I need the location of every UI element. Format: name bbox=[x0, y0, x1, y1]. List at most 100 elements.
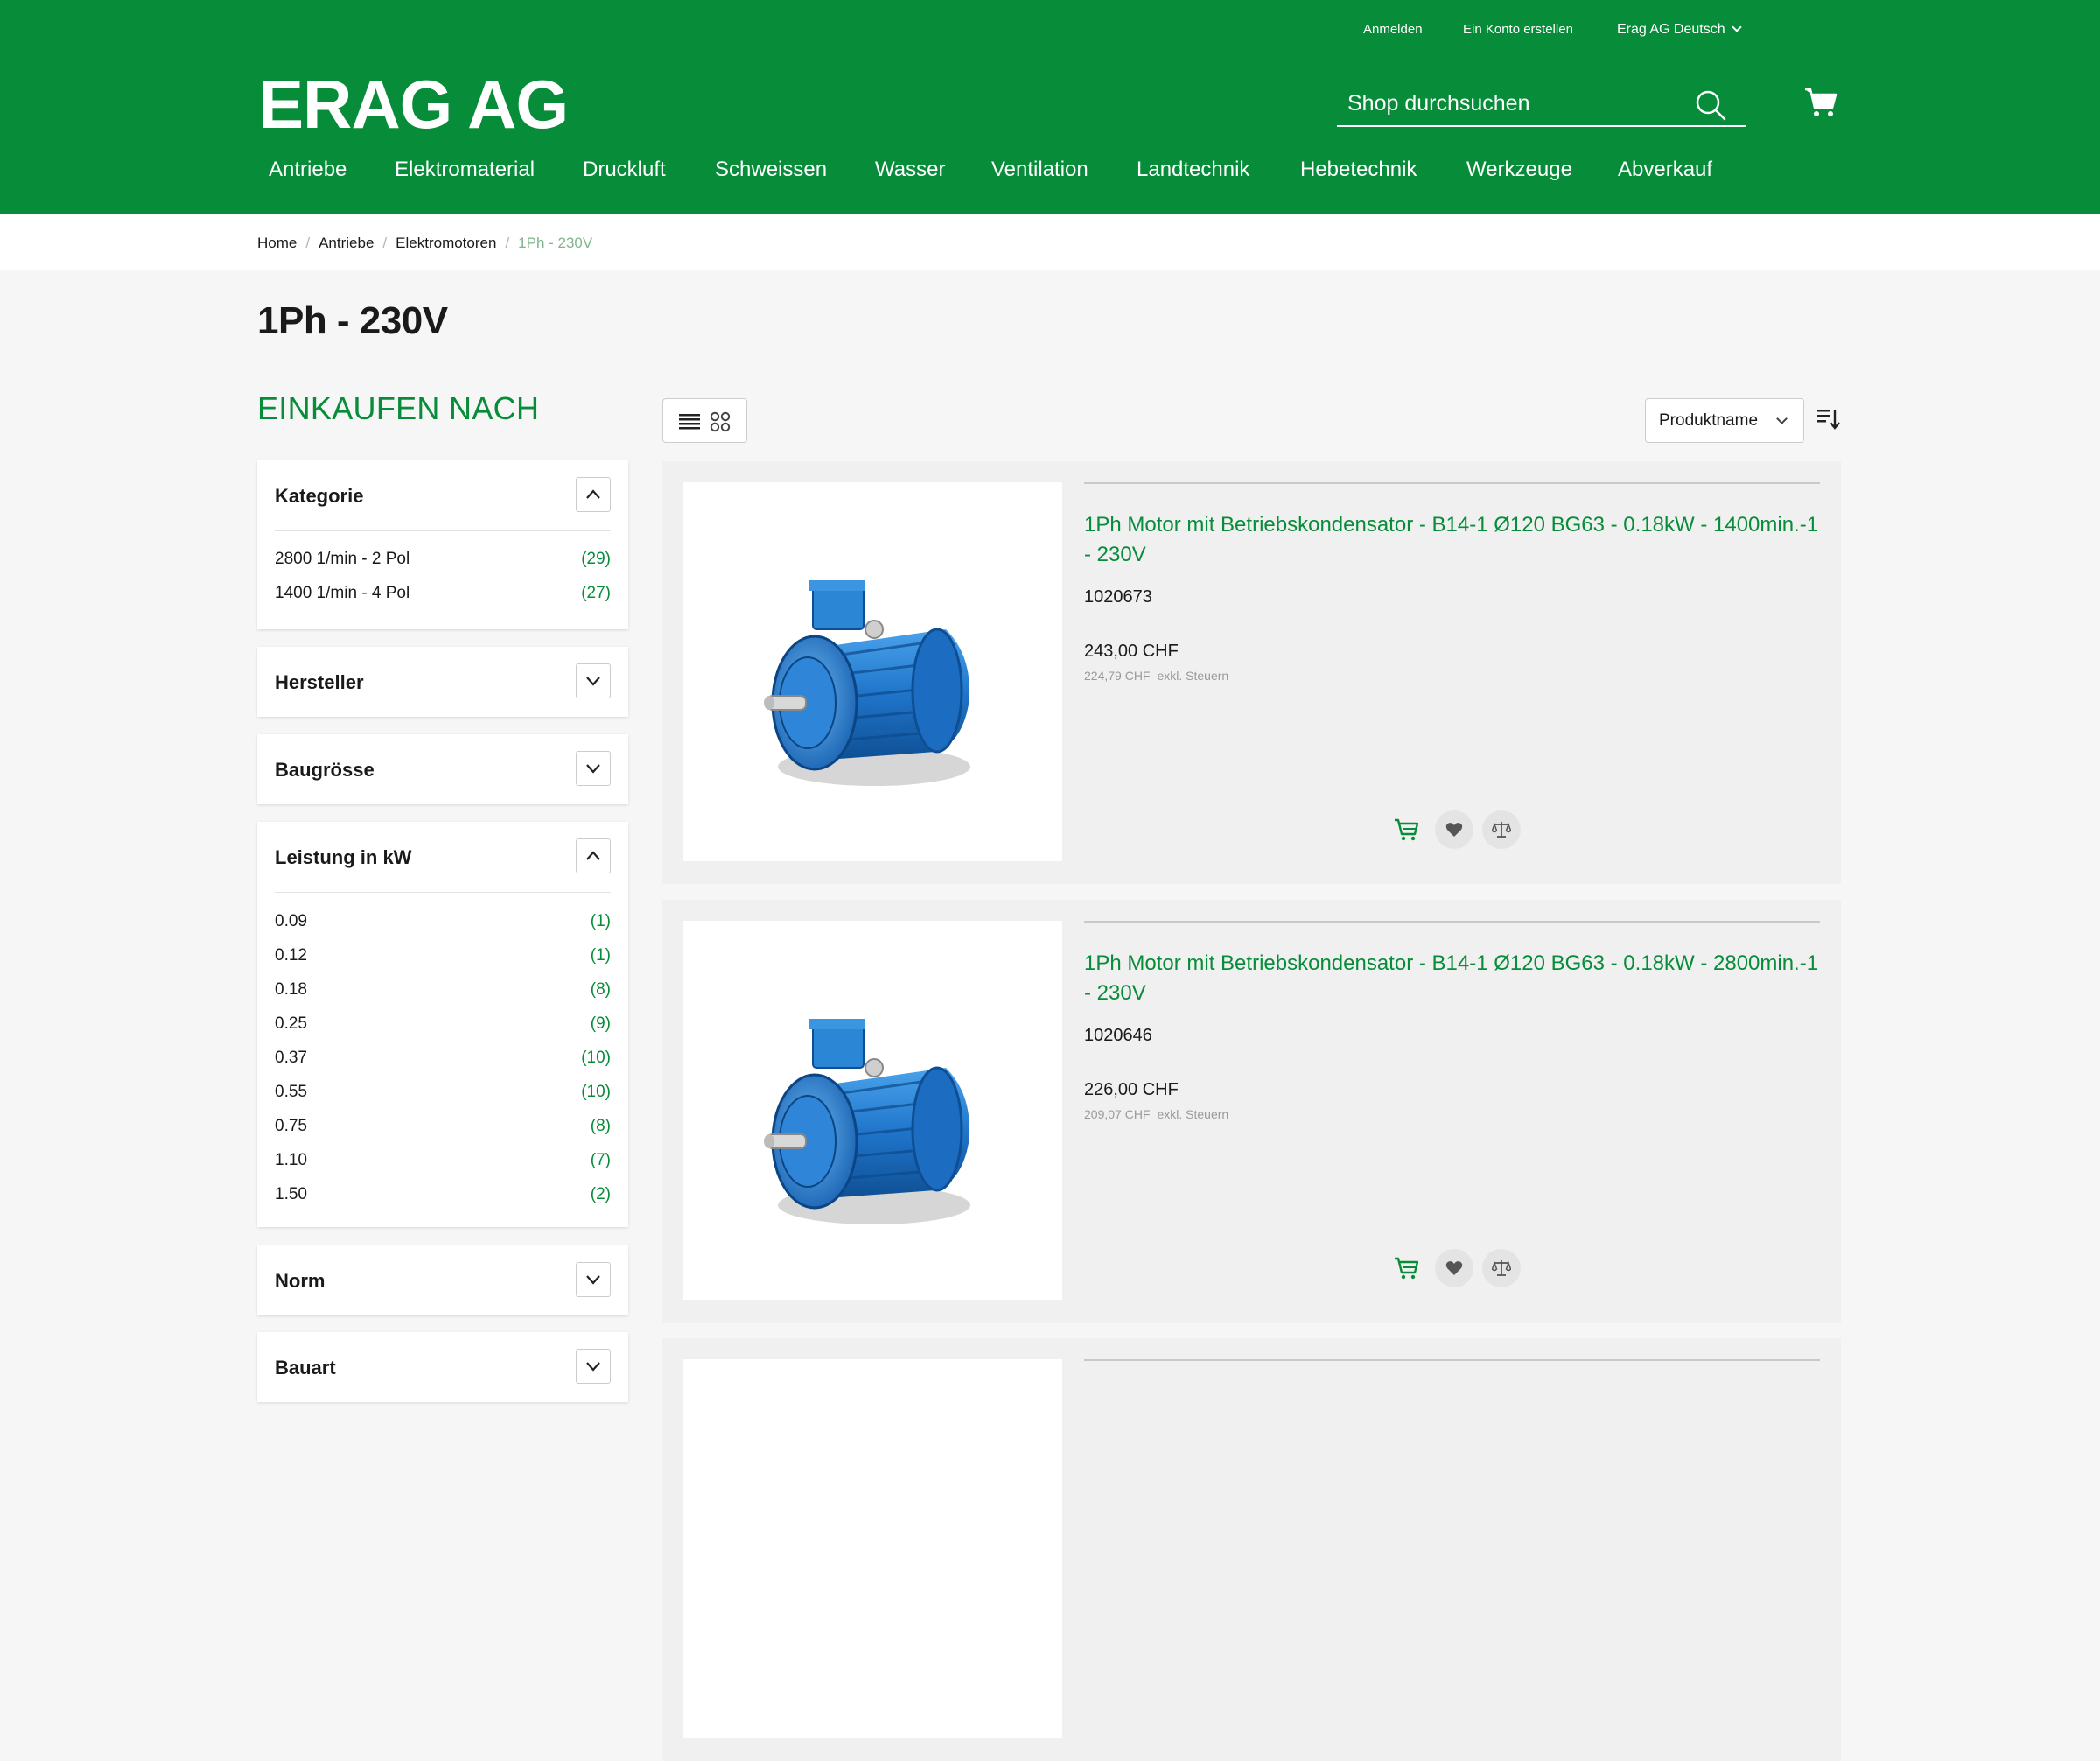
option-count: (9) bbox=[590, 1014, 611, 1033]
filter-header[interactable]: Norm bbox=[257, 1245, 628, 1315]
option-label: 0.55 bbox=[275, 1083, 307, 1101]
heart-icon bbox=[1446, 823, 1463, 837]
filter-option[interactable]: 0.18 (8) bbox=[275, 978, 611, 1004]
breadcrumb-antriebe[interactable]: Antriebe bbox=[318, 235, 374, 251]
collapse-toggle[interactable] bbox=[576, 838, 611, 873]
grid-icon[interactable] bbox=[710, 411, 731, 432]
breadcrumb-current: 1Ph - 230V bbox=[518, 235, 593, 251]
filter-option[interactable]: 0.75 (8) bbox=[275, 1114, 611, 1140]
expand-toggle[interactable] bbox=[576, 751, 611, 786]
filter-option[interactable]: 0.25 (9) bbox=[275, 1012, 611, 1038]
product-image[interactable] bbox=[683, 482, 1062, 861]
header-top-links: Anmelden Ein Konto erstellen Erag AG Deu… bbox=[0, 22, 2100, 43]
filter-divider bbox=[275, 892, 611, 893]
language-switcher[interactable]: Erag AG Deutsch bbox=[1617, 22, 1742, 38]
add-to-compare-button[interactable] bbox=[1482, 1249, 1521, 1287]
search-box bbox=[1337, 83, 1746, 127]
heart-icon bbox=[1446, 1261, 1463, 1275]
filter-baugroesse: Baugrösse bbox=[257, 734, 628, 804]
filter-option[interactable]: 1.50 (2) bbox=[275, 1182, 611, 1209]
sort-select[interactable]: Produktname bbox=[1645, 398, 1804, 443]
minicart-icon[interactable] bbox=[1804, 87, 1838, 118]
chevron-down-icon bbox=[586, 677, 600, 686]
filter-header[interactable]: Leistung in kW bbox=[257, 822, 628, 892]
nav-item-ventilation[interactable]: Ventilation bbox=[991, 158, 1088, 182]
filter-header[interactable]: Bauart bbox=[257, 1332, 628, 1402]
scale-icon bbox=[1492, 822, 1511, 838]
sort-direction-icon[interactable] bbox=[1817, 408, 1840, 431]
filter-option[interactable]: 0.12 (1) bbox=[275, 944, 611, 970]
product-sku: 1020673 bbox=[1084, 587, 1152, 607]
product-price-excl-tax: 209,07 CHF exkl. Steuern bbox=[1084, 1107, 1228, 1121]
filter-option[interactable]: 0.37 (10) bbox=[275, 1046, 611, 1072]
option-label: 0.75 bbox=[275, 1117, 307, 1135]
product-name-link[interactable]: 1Ph Motor mit Betriebskondensator - B14-… bbox=[1084, 510, 1820, 570]
option-count: (8) bbox=[590, 1117, 611, 1135]
nav-item-hebetechnik[interactable]: Hebetechnik bbox=[1300, 158, 1417, 182]
option-count: (10) bbox=[581, 1083, 611, 1101]
filter-option[interactable]: 1400 1/min - 4 Pol (27) bbox=[275, 581, 611, 607]
filter-kategorie: Kategorie 2800 1/min - 2 Pol (29) 1400 1/… bbox=[257, 460, 628, 629]
expand-toggle[interactable] bbox=[576, 1349, 611, 1384]
breadcrumb-bar: Home / Antriebe / Elektromotoren / 1Ph - 230V bbox=[0, 214, 2100, 270]
filter-option[interactable]: 1.10 (7) bbox=[275, 1148, 611, 1175]
product-price-excl-tax: 224,79 CHF exkl. Steuern bbox=[1084, 669, 1228, 683]
option-label: 1400 1/min - 4 Pol bbox=[275, 584, 410, 602]
nav-item-wasser[interactable]: Wasser bbox=[875, 158, 945, 182]
product-image[interactable] bbox=[683, 921, 1062, 1300]
filter-header[interactable]: Kategorie bbox=[257, 460, 628, 530]
nav-item-landtechnik[interactable]: Landtechnik bbox=[1137, 158, 1250, 182]
price-excl-value: 224,79 CHF bbox=[1084, 669, 1151, 683]
cart-icon bbox=[1395, 818, 1418, 841]
chevron-down-icon bbox=[586, 764, 600, 774]
site-logo[interactable]: ERAG AG bbox=[258, 67, 569, 142]
nav-item-antriebe[interactable]: Antriebe bbox=[269, 158, 346, 182]
chevron-down-icon bbox=[586, 1275, 600, 1285]
scale-icon bbox=[1492, 1260, 1511, 1276]
product-item bbox=[662, 1338, 1841, 1761]
filter-title: Leistung in kW bbox=[275, 846, 412, 868]
expand-toggle[interactable] bbox=[576, 1262, 611, 1297]
breadcrumb-separator: / bbox=[382, 235, 388, 251]
expand-toggle[interactable] bbox=[576, 663, 611, 698]
product-image[interactable] bbox=[683, 1359, 1062, 1738]
filter-title: Norm bbox=[275, 1270, 326, 1292]
filter-header[interactable]: Hersteller bbox=[257, 647, 628, 717]
create-account-link[interactable]: Ein Konto erstellen bbox=[1463, 22, 1573, 37]
nav-item-elektromaterial[interactable]: Elektromaterial bbox=[395, 158, 535, 182]
electric-motor-image bbox=[764, 1019, 970, 1224]
breadcrumb-elektromotoren[interactable]: Elektromotoren bbox=[396, 235, 496, 251]
chevron-down-icon bbox=[586, 1362, 600, 1372]
option-count: (1) bbox=[590, 912, 611, 930]
option-count: (2) bbox=[590, 1185, 611, 1203]
filter-hersteller: Hersteller bbox=[257, 647, 628, 717]
add-to-cart-button[interactable] bbox=[1387, 1249, 1425, 1287]
nav-item-schweissen[interactable]: Schweissen bbox=[715, 158, 827, 182]
filter-option[interactable]: 2800 1/min - 2 Pol (29) bbox=[275, 547, 611, 573]
product-price: 226,00 CHF bbox=[1084, 1080, 1179, 1099]
add-to-cart-button[interactable] bbox=[1387, 810, 1425, 849]
product-name-link[interactable]: 1Ph Motor mit Betriebskondensator - B14-… bbox=[1084, 949, 1820, 1008]
filter-header[interactable]: Baugrösse bbox=[257, 734, 628, 804]
breadcrumb-home[interactable]: Home bbox=[257, 235, 297, 251]
list-icon[interactable] bbox=[679, 413, 700, 431]
filter-divider bbox=[275, 530, 611, 531]
chevron-up-icon bbox=[586, 851, 600, 860]
add-to-wishlist-button[interactable] bbox=[1435, 1249, 1474, 1287]
nav-item-abverkauf[interactable]: Abverkauf bbox=[1618, 158, 1712, 182]
breadcrumb-separator: / bbox=[305, 235, 311, 251]
search-icon[interactable] bbox=[1694, 88, 1727, 122]
product-divider bbox=[1084, 1359, 1820, 1361]
search-input[interactable] bbox=[1346, 88, 1696, 118]
collapse-toggle[interactable] bbox=[576, 477, 611, 512]
add-to-compare-button[interactable] bbox=[1482, 810, 1521, 849]
signin-link[interactable]: Anmelden bbox=[1363, 22, 1423, 37]
nav-item-druckluft[interactable]: Druckluft bbox=[583, 158, 666, 182]
nav-item-werkzeuge[interactable]: Werkzeuge bbox=[1466, 158, 1572, 182]
filter-option[interactable]: 0.09 (1) bbox=[275, 909, 611, 936]
add-to-wishlist-button[interactable] bbox=[1435, 810, 1474, 849]
product-price: 243,00 CHF bbox=[1084, 642, 1179, 661]
filter-option[interactable]: 0.55 (10) bbox=[275, 1080, 611, 1106]
electric-motor-image bbox=[764, 580, 970, 786]
option-count: (8) bbox=[590, 980, 611, 999]
